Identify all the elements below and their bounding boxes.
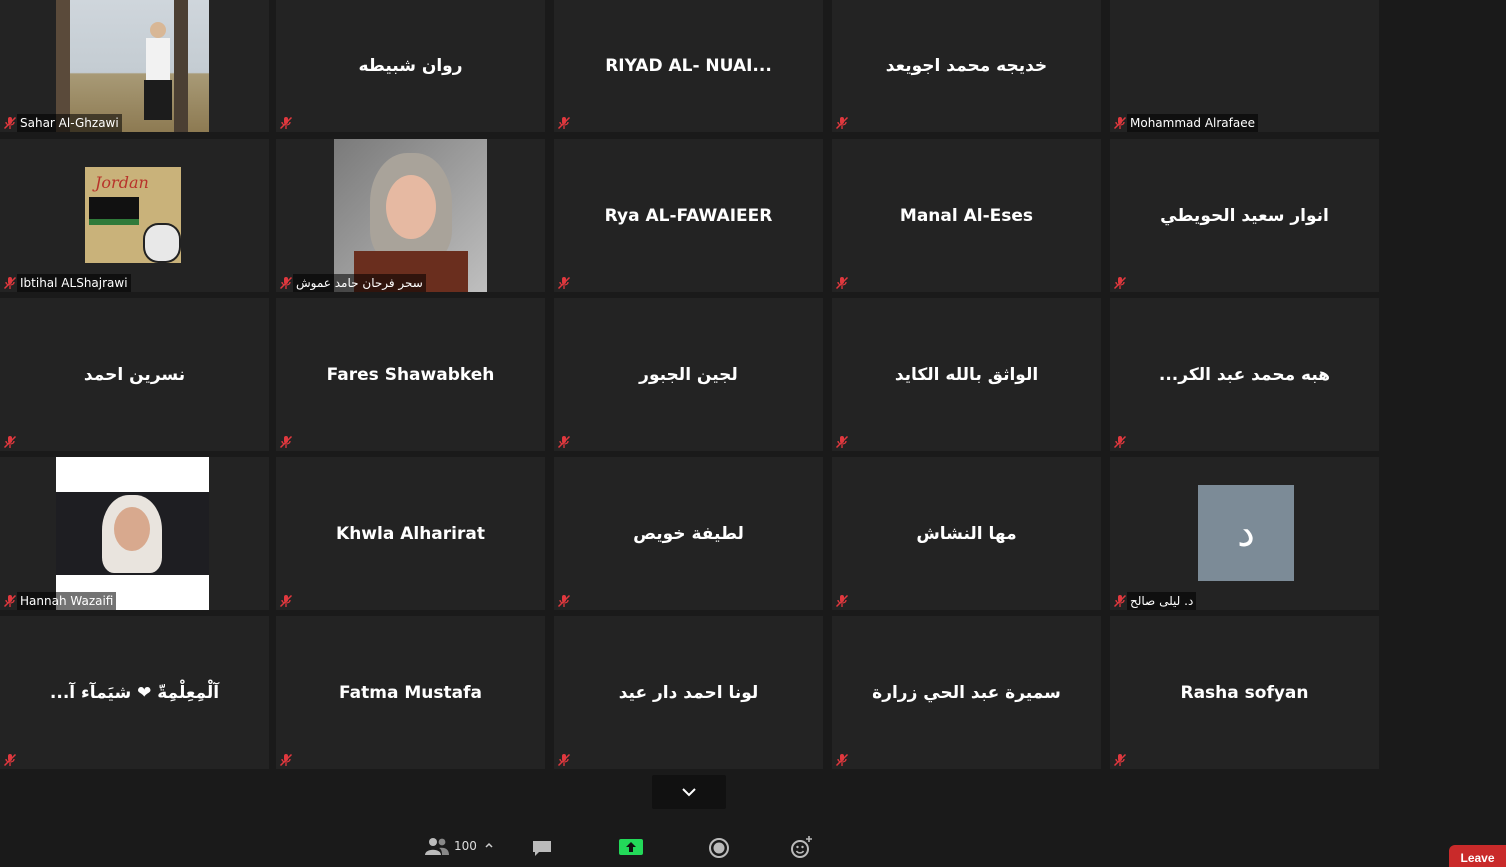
participant-tile[interactable]: RIYAD AL- NUAI... bbox=[554, 0, 823, 132]
participant-name: Fares Shawabkeh bbox=[326, 364, 495, 385]
participant-tile[interactable]: لونا احمد دار عيد bbox=[554, 616, 823, 769]
muted-mic-icon bbox=[835, 275, 849, 290]
participant-name: ...آلْمِعِلْمِةّ ❤ شيَمآء آ bbox=[49, 682, 220, 703]
participant-name: لونا احمد دار عيد bbox=[618, 682, 759, 703]
participant-tile[interactable]: ...هبه محمد عبد الكر bbox=[1110, 298, 1379, 451]
participant-nameplate: سحر فرحان حامد عموش bbox=[293, 274, 426, 292]
muted-mic-icon bbox=[3, 593, 17, 608]
participant-tile[interactable]: Sahar Al-Ghzawi bbox=[0, 0, 269, 132]
record-icon bbox=[709, 838, 729, 858]
participant-name: نسرين احمد bbox=[83, 364, 186, 385]
chat-icon bbox=[533, 841, 551, 856]
participant-tile[interactable]: Jordan Ibtihal ALShajrawi bbox=[0, 139, 269, 292]
participant-tile[interactable]: Fatma Mustafa bbox=[276, 616, 545, 769]
muted-mic-icon bbox=[835, 752, 849, 767]
add-reaction-icon bbox=[791, 836, 812, 858]
record-button[interactable] bbox=[709, 838, 729, 858]
participants-button[interactable]: 100 bbox=[424, 837, 477, 855]
participant-tile[interactable]: Mohammad Alrafaee bbox=[1110, 0, 1379, 132]
muted-mic-icon bbox=[3, 275, 17, 290]
muted-mic-icon bbox=[1113, 115, 1127, 130]
participant-tile[interactable]: نسرين احمد bbox=[0, 298, 269, 451]
participant-name: سميرة عبد الحي زرارة bbox=[872, 682, 1061, 703]
muted-mic-icon bbox=[279, 752, 293, 767]
participant-tile[interactable]: سحر فرحان حامد عموش bbox=[276, 139, 545, 292]
participant-name: ...هبه محمد عبد الكر bbox=[1158, 364, 1331, 385]
meeting-toolbar: 100 Leave bbox=[0, 815, 1506, 867]
muted-mic-icon bbox=[835, 593, 849, 608]
muted-mic-icon bbox=[3, 752, 17, 767]
scroll-down-button[interactable] bbox=[652, 775, 726, 809]
participant-nameplate: د. ليلى صالح bbox=[1127, 592, 1197, 610]
muted-mic-icon bbox=[557, 593, 571, 608]
participant-tile[interactable]: لطيفة خويص bbox=[554, 457, 823, 610]
participants-icon bbox=[425, 838, 449, 855]
participant-name: لطيفة خويص bbox=[633, 523, 744, 544]
participant-tile[interactable]: روان شبيطه bbox=[276, 0, 545, 132]
participant-name: Manal Al-Eses bbox=[899, 205, 1034, 226]
participant-name: روان شبيطه bbox=[358, 56, 463, 76]
muted-mic-icon bbox=[557, 752, 571, 767]
participant-name: لجين الجبور bbox=[639, 364, 738, 385]
participant-tile[interactable]: Hannah Wazaifi bbox=[0, 457, 269, 610]
participant-tile[interactable]: Manal Al-Eses bbox=[832, 139, 1101, 292]
leave-button[interactable]: Leave bbox=[1449, 845, 1506, 867]
participant-name: خديجه محمد اجويعد bbox=[885, 56, 1048, 76]
muted-mic-icon bbox=[3, 434, 17, 449]
muted-mic-icon bbox=[835, 434, 849, 449]
participant-nameplate: Mohammad Alrafaee bbox=[1127, 114, 1258, 132]
participant-tile[interactable]: Fares Shawabkeh bbox=[276, 298, 545, 451]
participant-name: Fatma Mustafa bbox=[339, 682, 482, 703]
muted-mic-icon bbox=[557, 275, 571, 290]
muted-mic-icon bbox=[1113, 752, 1127, 767]
muted-mic-icon bbox=[557, 434, 571, 449]
participant-tile[interactable]: Rasha sofyan bbox=[1110, 616, 1379, 769]
share-screen-icon bbox=[619, 839, 643, 855]
participant-name: مها النشاش bbox=[916, 523, 1017, 544]
participant-video bbox=[56, 457, 209, 610]
participant-tile[interactable]: الواثق بالله الكايد bbox=[832, 298, 1101, 451]
muted-mic-icon bbox=[1113, 275, 1127, 290]
participant-video bbox=[334, 139, 487, 292]
participants-menu-caret[interactable] bbox=[484, 841, 494, 849]
share-screen-button[interactable] bbox=[619, 839, 643, 855]
participant-name: Rya AL-FAWAIEER bbox=[604, 205, 773, 226]
muted-mic-icon bbox=[1113, 593, 1127, 608]
reactions-button[interactable] bbox=[790, 835, 814, 859]
muted-mic-icon bbox=[279, 593, 293, 608]
participant-name: Khwla Alharirat bbox=[336, 523, 485, 544]
muted-mic-icon bbox=[557, 115, 571, 130]
video-grid: Sahar Al-Ghzawi روان شبيطه RIYAD AL- NUAI.… bbox=[0, 0, 1506, 770]
muted-mic-icon bbox=[835, 115, 849, 130]
chat-button[interactable] bbox=[531, 839, 553, 857]
avatar: د bbox=[1198, 485, 1294, 581]
participant-tile[interactable]: لجين الجبور bbox=[554, 298, 823, 451]
participant-video bbox=[56, 0, 209, 132]
participant-count: 100 bbox=[454, 839, 477, 853]
participant-nameplate: Sahar Al-Ghzawi bbox=[17, 114, 122, 132]
muted-mic-icon bbox=[279, 275, 293, 290]
participant-tile[interactable]: ...آلْمِعِلْمِةّ ❤ شيَمآء آ bbox=[0, 616, 269, 769]
muted-mic-icon bbox=[3, 115, 17, 130]
participant-nameplate: Ibtihal ALShajrawi bbox=[17, 274, 131, 292]
participant-nameplate: Hannah Wazaifi bbox=[17, 592, 117, 610]
chevron-down-icon bbox=[682, 788, 696, 797]
participant-name: انوار سعيد الحويطي bbox=[1160, 205, 1329, 226]
participant-video: Jordan bbox=[85, 167, 181, 263]
muted-mic-icon bbox=[1113, 434, 1127, 449]
muted-mic-icon bbox=[279, 115, 293, 130]
participant-tile[interactable]: خديجه محمد اجويعد bbox=[832, 0, 1101, 132]
participant-tile[interactable]: د د. ليلى صالح bbox=[1110, 457, 1379, 610]
participant-name: RIYAD AL- NUAI... bbox=[605, 56, 772, 76]
chevron-up-icon bbox=[485, 842, 493, 848]
participant-tile[interactable]: مها النشاش bbox=[832, 457, 1101, 610]
muted-mic-icon bbox=[279, 434, 293, 449]
participant-tile[interactable]: Khwla Alharirat bbox=[276, 457, 545, 610]
participant-tile[interactable]: انوار سعيد الحويطي bbox=[1110, 139, 1379, 292]
participant-name: Rasha sofyan bbox=[1180, 682, 1309, 703]
participant-tile[interactable]: سميرة عبد الحي زرارة bbox=[832, 616, 1101, 769]
participant-tile[interactable]: Rya AL-FAWAIEER bbox=[554, 139, 823, 292]
participant-name: الواثق بالله الكايد bbox=[894, 364, 1039, 385]
